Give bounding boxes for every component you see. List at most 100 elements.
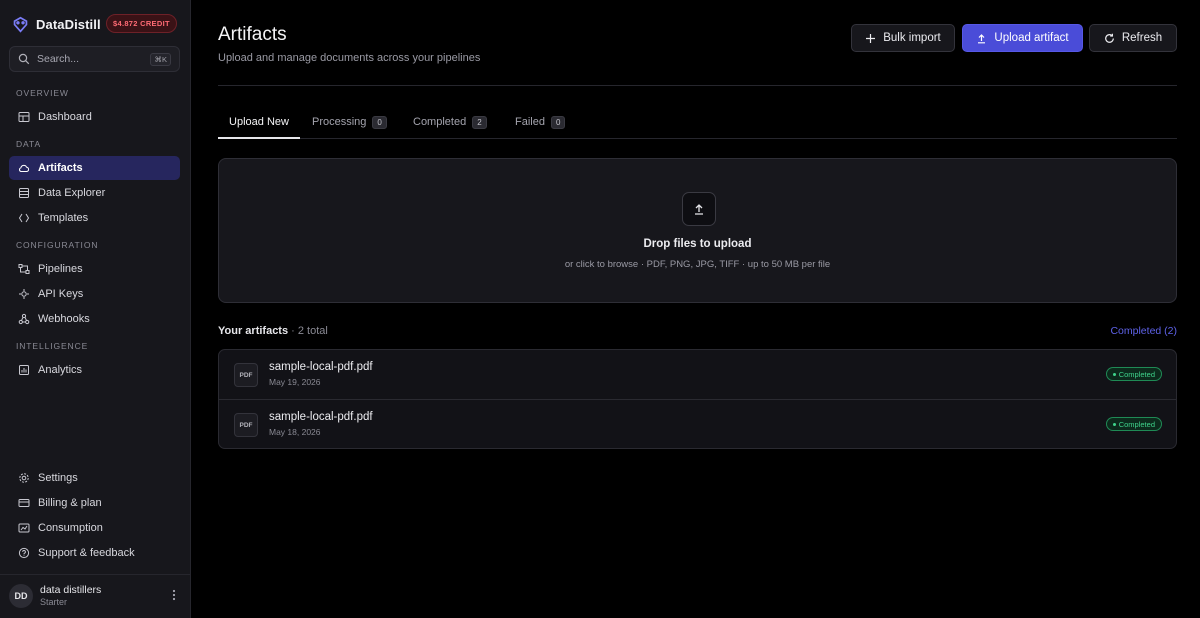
section-overview: OVERVIEW (16, 88, 69, 98)
artifacts-total: · 2 total (291, 325, 328, 337)
sidebar-item-webhooks[interactable]: Webhooks (9, 307, 180, 331)
tab-label: Processing (312, 116, 367, 128)
tab-label: Failed (515, 116, 545, 128)
bulk-import-button[interactable]: Bulk import (851, 24, 955, 52)
tab-failed[interactable]: Failed 0 (515, 106, 566, 138)
status-label: Completed (1118, 369, 1155, 379)
pipeline-icon (18, 264, 30, 274)
sidebar-item-label: Support & feedback (38, 547, 135, 559)
avatar: DD (9, 584, 33, 608)
sidebar: DataDistill $4.872 CREDIT ⌘K OVERVIEW Da… (0, 0, 191, 618)
header-divider (218, 85, 1177, 86)
status-badge: Completed (1105, 417, 1162, 431)
tab-label: Completed (413, 116, 467, 128)
cloud-icon (19, 164, 30, 172)
sidebar-item-api-keys[interactable]: API Keys (9, 282, 180, 306)
status-badge: Completed (1105, 367, 1162, 381)
status-label: Completed (1118, 419, 1155, 429)
table-icon (19, 188, 29, 198)
artifacts-heading-label: Your artifacts (218, 325, 289, 337)
search-shortcut: ⌘K (150, 52, 171, 66)
artifacts-heading: Your artifacts · 2 total (218, 325, 328, 337)
file-name: sample-local-pdf.pdf (269, 411, 373, 423)
logo-icon (13, 16, 28, 33)
refresh-button[interactable]: Refresh (1089, 24, 1177, 52)
page-title: Artifacts (218, 24, 287, 45)
bulk-import-label: Bulk import (883, 32, 941, 44)
sidebar-item-consumption[interactable]: Consumption (9, 516, 180, 540)
list-item[interactable]: PDF sample-local-pdf.pdf May 18, 2026 Co… (219, 399, 1176, 448)
card-icon (18, 499, 30, 507)
sidebar-item-dashboard[interactable]: Dashboard (9, 105, 180, 129)
credit-badge[interactable]: $4.872 CREDIT (106, 14, 177, 33)
tab-upload-new[interactable]: Upload New (218, 106, 300, 139)
section-configuration: CONFIGURATION (16, 240, 99, 250)
pdf-file-icon: PDF (234, 413, 258, 437)
user-menu[interactable]: DD data distillers Starter (0, 574, 191, 618)
tab-label: Upload New (229, 115, 289, 128)
list-item[interactable]: PDF sample-local-pdf.pdf May 19, 2026 Co… (219, 350, 1176, 399)
sidebar-item-label: Webhooks (38, 313, 90, 325)
sidebar-item-label: API Keys (38, 288, 84, 300)
tab-processing[interactable]: Processing 0 (312, 106, 387, 138)
dropzone-title: Drop files to upload (643, 238, 752, 250)
webhook-icon (18, 313, 30, 325)
upload-icon (682, 192, 716, 226)
refresh-icon (1105, 33, 1114, 43)
sidebar-item-label: Pipelines (38, 263, 83, 275)
upload-artifact-button[interactable]: Upload artifact (962, 24, 1083, 52)
chart-icon (19, 365, 29, 375)
sidebar-item-label: Data Explorer (38, 187, 106, 199)
file-date: May 19, 2026 (269, 377, 321, 387)
sidebar-item-artifacts[interactable]: Artifacts (9, 156, 180, 180)
search-icon (18, 53, 30, 65)
tab-bar: Upload New Processing 0 Completed 2 Fail… (218, 106, 1177, 139)
sidebar-item-label: Analytics (38, 364, 83, 376)
brand[interactable]: DataDistill (12, 14, 101, 34)
status-dot-icon (1112, 422, 1116, 426)
gauge-icon (18, 523, 30, 533)
gear-icon (19, 473, 29, 483)
pdf-file-icon: PDF (234, 363, 258, 387)
file-name: sample-local-pdf.pdf (269, 361, 373, 373)
upload-dropzone[interactable]: Drop files to upload or click to browse … (218, 158, 1177, 303)
upload-icon (978, 33, 986, 43)
plus-icon (866, 33, 876, 43)
sidebar-item-settings[interactable]: Settings (9, 466, 180, 490)
tab-count: 2 (472, 115, 487, 129)
key-icon (19, 289, 29, 299)
sidebar-item-billing[interactable]: Billing & plan (9, 491, 180, 515)
dropzone-subtitle: or click to browse · PDF, PNG, JPG, TIFF… (564, 259, 831, 270)
sidebar-item-data-explorer[interactable]: Data Explorer (9, 181, 180, 205)
file-date: May 18, 2026 (269, 427, 321, 437)
sidebar-item-analytics[interactable]: Analytics (9, 358, 180, 382)
sidebar-item-templates[interactable]: Templates (9, 206, 180, 230)
sidebar-item-support[interactable]: Support & feedback (9, 541, 180, 565)
status-dot-icon (1112, 372, 1116, 376)
tab-count: 0 (550, 115, 566, 129)
page-subtitle: Upload and manage documents across your … (218, 52, 481, 64)
user-name: data distillers (40, 584, 102, 596)
search-box[interactable]: ⌘K (9, 46, 180, 72)
refresh-label: Refresh (1121, 32, 1163, 44)
section-data: DATA (16, 139, 42, 149)
sidebar-item-label: Templates (38, 212, 89, 224)
sidebar-item-label: Settings (38, 472, 78, 484)
dashboard-icon (18, 112, 30, 122)
sidebar-item-label: Consumption (38, 522, 103, 534)
code-braces-icon (18, 213, 30, 223)
more-options-icon[interactable] (169, 587, 179, 603)
tab-completed[interactable]: Completed 2 (413, 106, 487, 138)
sidebar-item-label: Dashboard (38, 111, 92, 123)
upload-artifact-label: Upload artifact (994, 32, 1069, 44)
tab-count: 0 (372, 115, 387, 129)
user-plan: Starter (40, 597, 68, 607)
section-intelligence: INTELLIGENCE (16, 341, 89, 351)
artifacts-list: PDF sample-local-pdf.pdf May 19, 2026 Co… (218, 349, 1177, 449)
sidebar-item-label: Artifacts (38, 162, 83, 174)
search-input[interactable] (37, 53, 137, 65)
sidebar-item-pipelines[interactable]: Pipelines (9, 257, 180, 281)
sidebar-item-label: Billing & plan (38, 497, 102, 509)
help-icon (18, 547, 30, 559)
completed-filter-link[interactable]: Completed (2) (1110, 325, 1177, 337)
